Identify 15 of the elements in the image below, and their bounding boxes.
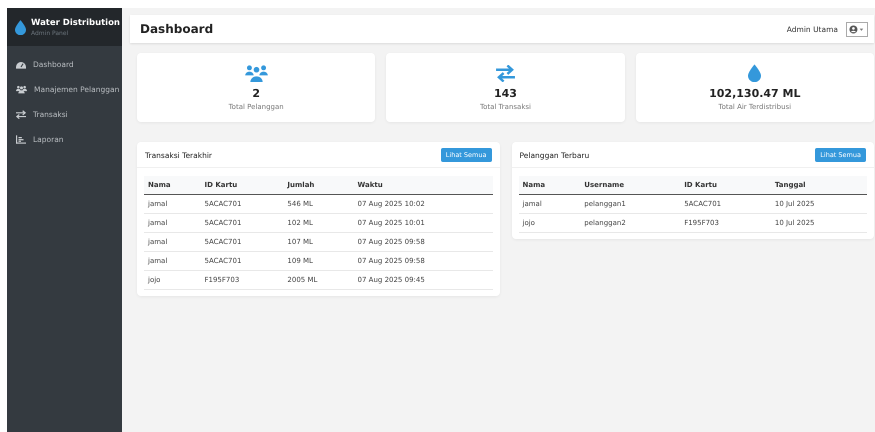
user-menu-button[interactable] xyxy=(846,22,868,36)
stat-value: 2 xyxy=(252,86,260,100)
chart-icon xyxy=(16,135,26,144)
users-icon xyxy=(16,85,27,94)
water-drop-icon xyxy=(15,20,26,34)
stat-value: 143 xyxy=(494,86,517,100)
exchange-icon xyxy=(16,110,26,119)
stat-value: 102,130.47 ML xyxy=(709,87,800,100)
gauge-icon xyxy=(16,60,26,69)
water-drop-icon xyxy=(748,64,762,82)
user-icon xyxy=(849,24,865,34)
exchange-icon xyxy=(496,64,515,82)
brand-title: Water Distribution xyxy=(31,18,120,28)
users-icon xyxy=(244,64,268,82)
page-title: Dashboard xyxy=(140,22,214,36)
